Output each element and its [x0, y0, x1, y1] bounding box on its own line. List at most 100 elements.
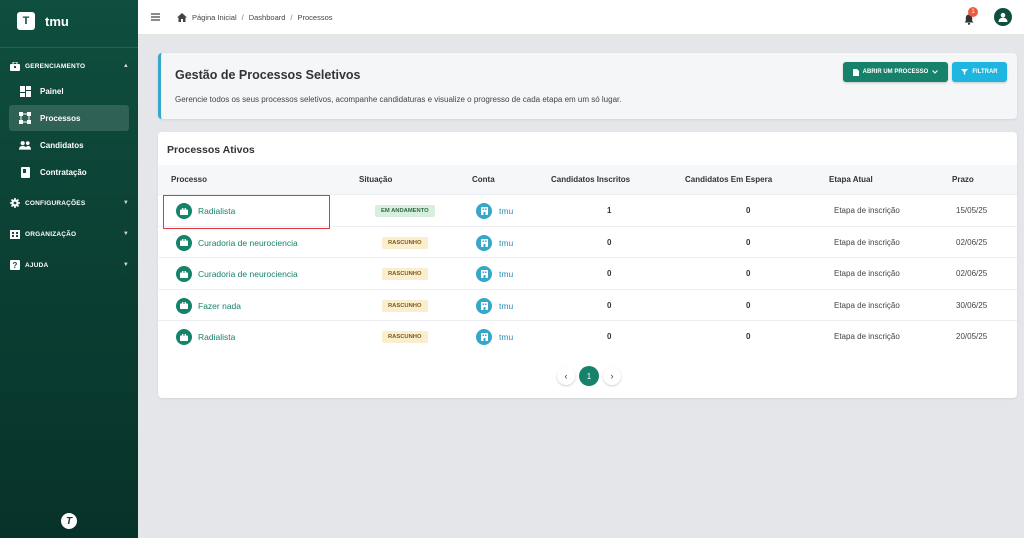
- brand-logo: T: [17, 12, 35, 30]
- sidebar: T tmu GERENCIAMENTO ▲ Painel Processos C…: [0, 0, 138, 538]
- briefcase-icon: [9, 61, 20, 71]
- filter-icon: [961, 69, 969, 75]
- waiting-count: 0: [746, 300, 751, 310]
- chevron-up-icon: ▲: [122, 63, 129, 69]
- sidebar-item-label: Contratação: [40, 167, 87, 177]
- store-icon: [476, 266, 492, 282]
- avatar[interactable]: [994, 8, 1012, 26]
- deadline: 15/05/25: [956, 206, 988, 215]
- gear-icon: [9, 198, 20, 208]
- filter-button[interactable]: FILTRAR: [952, 62, 1007, 82]
- account-link[interactable]: tmu: [499, 238, 513, 248]
- open-process-button[interactable]: ABRIR UM PROCESSO: [843, 62, 948, 82]
- enrolled-count: 0: [607, 300, 612, 310]
- current-stage: Etapa de inscrição: [834, 237, 900, 247]
- waiting-count: 0: [746, 206, 751, 215]
- filter-label: FILTRAR: [972, 69, 998, 75]
- table-row[interactable]: Curadoria de neurociencia RASCUNHO tmu 0…: [158, 257, 1017, 289]
- chevron-down-icon: [932, 70, 939, 74]
- status-badge: RASCUNHO: [382, 268, 428, 280]
- current-stage: Etapa de inscrição: [834, 332, 900, 341]
- sidebar-section-configuracoes[interactable]: CONFIGURAÇÕES ▼: [0, 195, 138, 211]
- column-header[interactable]: Processo: [171, 175, 207, 184]
- dashboard-icon: [19, 85, 31, 97]
- breadcrumb: Página Inicial / Dashboard / Processos: [177, 12, 333, 22]
- help-icon: ?: [9, 260, 20, 270]
- brand-name: tmu: [45, 13, 69, 29]
- next-page-button[interactable]: ›: [603, 367, 621, 385]
- sidebar-item-painel[interactable]: Painel: [9, 78, 129, 104]
- sidebar-item-candidatos[interactable]: Candidatos: [9, 132, 129, 158]
- open-process-label: ABRIR UM PROCESSO: [862, 69, 929, 75]
- breadcrumb-dashboard[interactable]: Dashboard: [249, 13, 286, 22]
- sidebar-section-label: CONFIGURAÇÕES: [25, 199, 86, 207]
- column-header[interactable]: Prazo: [952, 175, 974, 184]
- notification-badge: 1: [968, 7, 978, 17]
- column-header[interactable]: Situação: [359, 175, 392, 184]
- sidebar-item-contratacao[interactable]: Contratação: [9, 159, 129, 185]
- column-header[interactable]: Conta: [472, 175, 495, 184]
- topbar: Página Inicial / Dashboard / Processos 1: [138, 0, 1024, 35]
- sidebar-section-gerenciamento[interactable]: GERENCIAMENTO ▲: [0, 58, 138, 74]
- account-link[interactable]: tmu: [499, 332, 513, 342]
- process-link[interactable]: Curadoria de neurociencia: [198, 238, 298, 248]
- notifications-button[interactable]: 1: [964, 7, 978, 25]
- briefcase-icon: [176, 297, 192, 314]
- deadline: 20/05/25: [956, 332, 988, 341]
- process-link[interactable]: Fazer nada: [198, 301, 241, 311]
- current-stage: Etapa de inscrição: [834, 269, 900, 278]
- current-stage: Etapa de inscrição: [834, 300, 900, 310]
- table-row[interactable]: Radialista RASCUNHO tmu 0 0 Etapa de ins…: [158, 320, 1017, 352]
- processes-card: Processos Ativos Processo Situação Conta…: [158, 132, 1017, 398]
- waiting-count: 0: [746, 237, 751, 247]
- prev-page-button[interactable]: ‹: [557, 367, 575, 385]
- process-link[interactable]: Curadoria de neurociencia: [198, 269, 298, 279]
- waiting-count: 0: [746, 269, 751, 278]
- sidebar-item-label: Painel: [40, 86, 64, 96]
- deadline: 30/06/25: [956, 300, 988, 310]
- status-badge: RASCUNHO: [382, 299, 428, 312]
- document-icon: [19, 166, 31, 178]
- people-icon: [19, 139, 31, 151]
- enrolled-count: 0: [607, 237, 612, 247]
- column-header[interactable]: Candidatos Inscritos: [551, 175, 630, 184]
- briefcase-icon: [176, 234, 192, 251]
- menu-icon[interactable]: [150, 12, 160, 22]
- footer-logo: T: [61, 513, 77, 529]
- waiting-count: 0: [746, 332, 751, 341]
- page-header-card: Gestão de Processos Seletivos Gerencie t…: [158, 53, 1017, 119]
- table-row[interactable]: Fazer nada RASCUNHO tmu 0 0 Etapa de ins…: [158, 288, 1017, 321]
- process-link[interactable]: Radialista: [198, 206, 235, 216]
- page-number-button[interactable]: 1: [579, 366, 599, 386]
- store-icon: [476, 234, 492, 251]
- sidebar-section-ajuda[interactable]: ? AJUDA ▼: [0, 257, 138, 273]
- process-icon: [19, 112, 31, 124]
- sidebar-section-label: ORGANIZAÇÃO: [25, 230, 77, 238]
- chevron-down-icon: ▼: [122, 262, 129, 268]
- breadcrumb-home[interactable]: Página Inicial: [192, 13, 237, 22]
- page-subtitle: Gerencie todos os seus processos seletiv…: [175, 95, 622, 104]
- table-header: Processo Situação Conta Candidatos Inscr…: [158, 165, 1017, 194]
- table-row[interactable]: Curadoria de neurociencia RASCUNHO tmu 0…: [158, 225, 1017, 258]
- briefcase-icon: [176, 203, 192, 219]
- account-link[interactable]: tmu: [499, 269, 513, 279]
- pagination: ‹ 1 ›: [557, 366, 621, 386]
- sidebar-section-organizacao[interactable]: ORGANIZAÇÃO ▼: [0, 226, 138, 242]
- account-link[interactable]: tmu: [499, 301, 513, 311]
- sidebar-item-label: Candidatos: [40, 140, 84, 150]
- account-link[interactable]: tmu: [499, 206, 513, 216]
- breadcrumb-current: Processos: [297, 12, 333, 22]
- table-row[interactable]: Radialista EM ANDAMENTO tmu 1 0 Etapa de…: [158, 194, 1017, 226]
- column-header[interactable]: Etapa Atual: [829, 175, 873, 184]
- sidebar-item-processos[interactable]: Processos: [9, 105, 129, 131]
- status-badge: EM ANDAMENTO: [375, 205, 435, 217]
- sidebar-section-label: GERENCIAMENTO: [25, 62, 86, 70]
- status-badge: RASCUNHO: [382, 331, 428, 343]
- breadcrumb-separator: /: [241, 12, 244, 22]
- column-header[interactable]: Candidatos Em Espera: [685, 175, 772, 184]
- brand[interactable]: T tmu: [0, 3, 138, 39]
- deadline: 02/06/25: [956, 269, 988, 278]
- home-icon[interactable]: [177, 12, 187, 22]
- sidebar-item-label: Processos: [40, 113, 81, 123]
- process-link[interactable]: Radialista: [198, 332, 235, 342]
